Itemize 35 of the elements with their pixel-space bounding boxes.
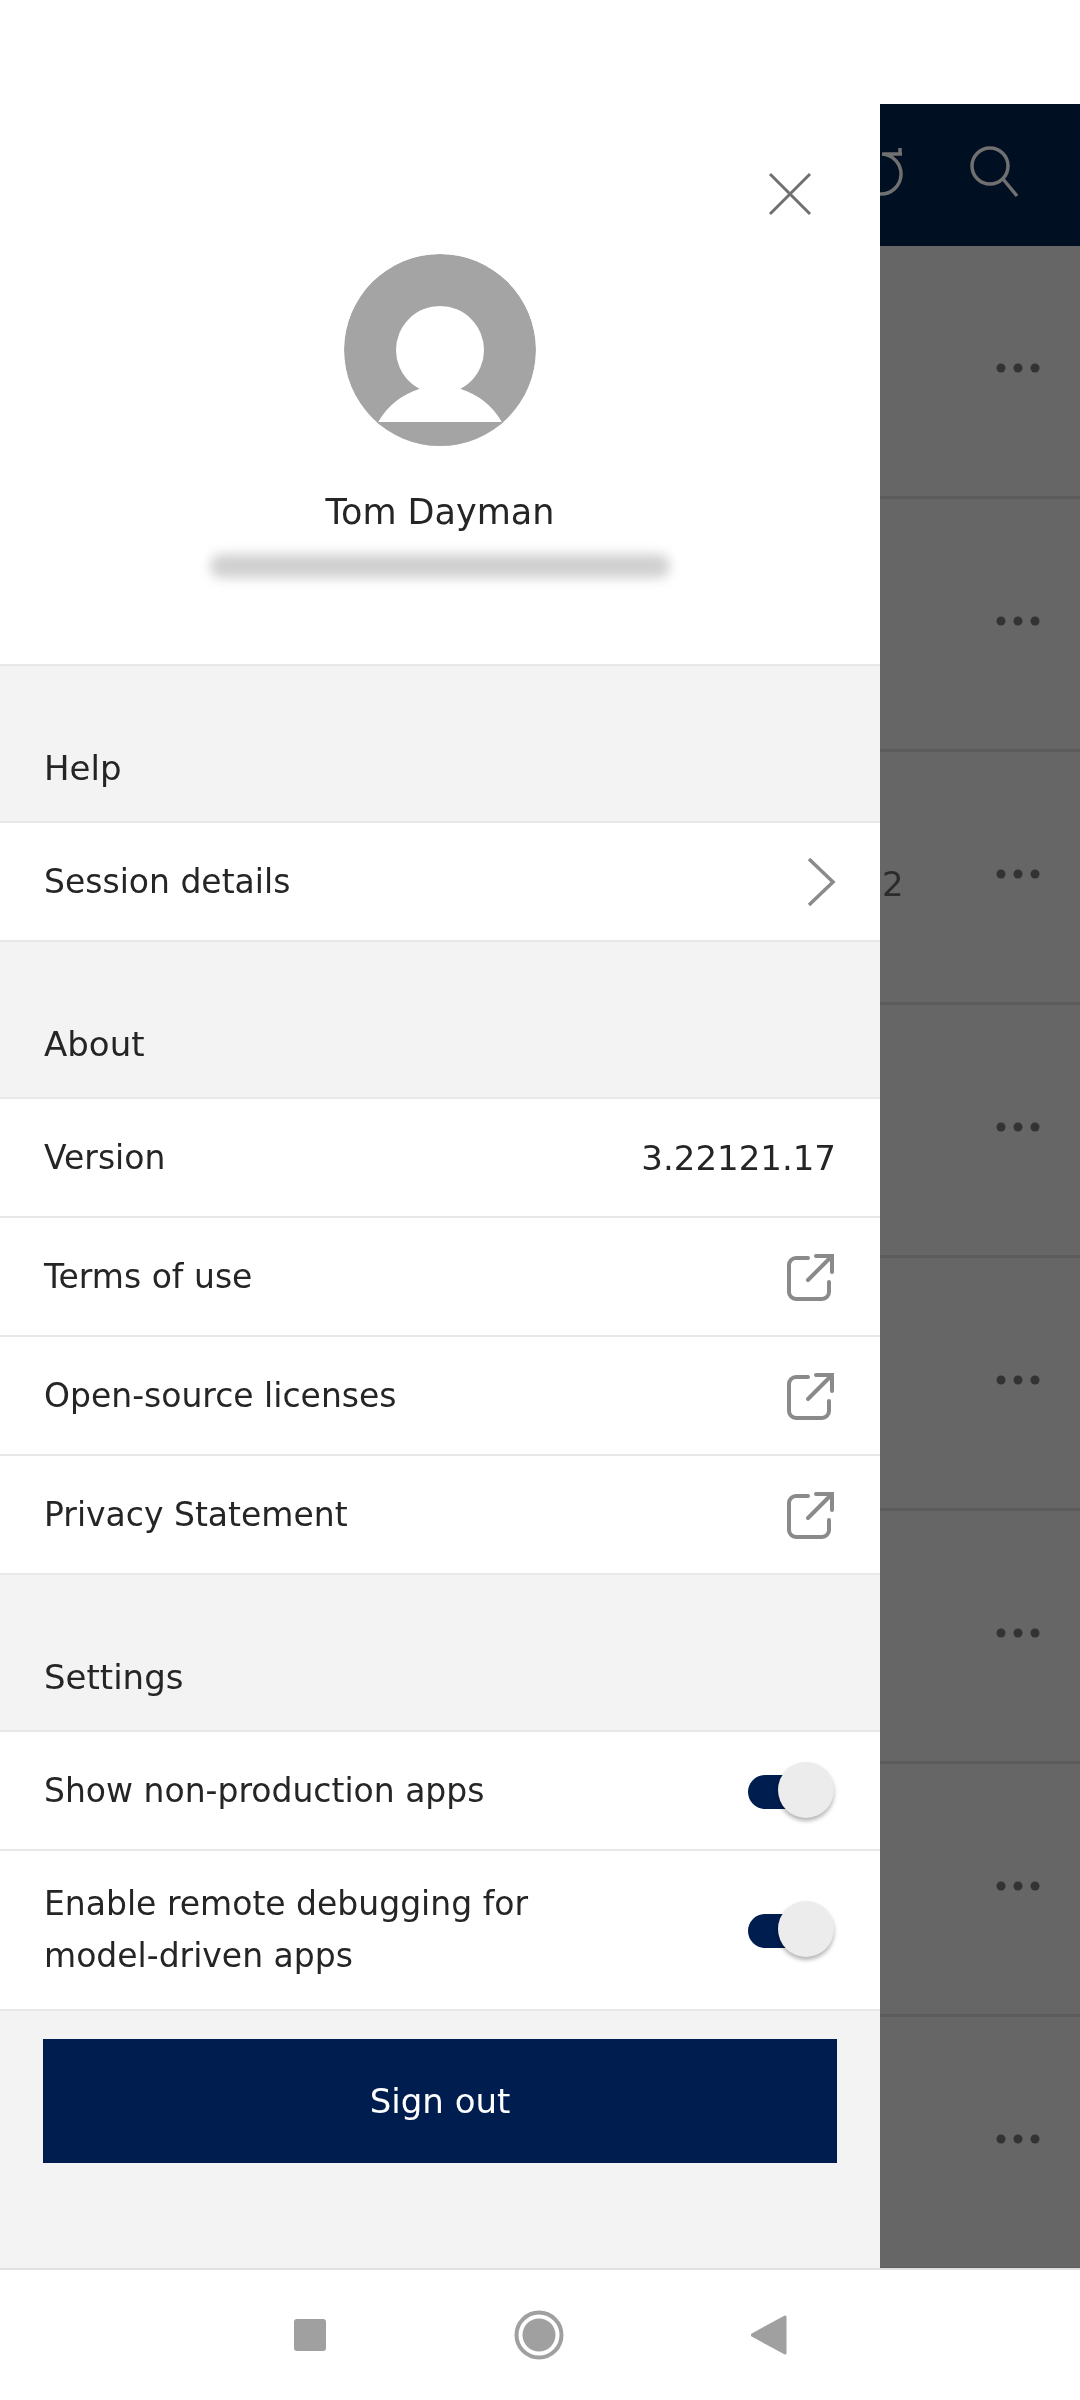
chevron-right-icon	[806, 855, 836, 908]
toggle-switch[interactable]	[748, 1901, 836, 1959]
close-icon	[768, 172, 812, 216]
more-options-icon[interactable]	[996, 616, 1040, 626]
more-options-icon[interactable]	[996, 1628, 1040, 1638]
sign-out-button[interactable]: Sign out	[43, 2039, 837, 2163]
version-value: 3.22121.17	[641, 1137, 836, 1178]
row-label: Privacy Statement	[44, 1493, 348, 1536]
section-title: Settings	[44, 1657, 184, 1697]
row-label: Version	[44, 1136, 166, 1179]
back-icon[interactable]	[750, 2315, 787, 2355]
search-icon[interactable]	[970, 144, 1020, 200]
more-options-icon[interactable]	[996, 869, 1040, 879]
row-label: Enable remote debugging for model-driven apps	[44, 1883, 529, 1977]
toggle-switch[interactable]	[748, 1761, 836, 1820]
more-options-icon[interactable]	[996, 363, 1040, 373]
more-options-icon[interactable]	[996, 2134, 1040, 2144]
row-label: Show non-production apps	[44, 1769, 485, 1812]
more-options-icon[interactable]	[996, 1122, 1040, 1132]
external-link-icon	[786, 1489, 836, 1540]
avatar-icon	[344, 254, 536, 446]
section-title: Help	[44, 748, 122, 788]
external-link-icon	[786, 1370, 836, 1421]
row-label: Open-source licenses	[44, 1374, 397, 1417]
more-options-icon[interactable]	[996, 1375, 1040, 1385]
row-label: Session details	[44, 860, 291, 903]
home-icon[interactable]	[514, 2310, 564, 2360]
row-label: Terms of use	[44, 1255, 253, 1298]
more-options-icon[interactable]	[996, 1881, 1040, 1891]
close-button[interactable]	[768, 172, 812, 216]
recents-icon[interactable]	[293, 2318, 328, 2352]
section-title: About	[44, 1024, 145, 1064]
user-name: Tom Dayman	[325, 492, 555, 532]
external-link-icon	[786, 1251, 836, 1302]
partial-text: 2	[882, 864, 904, 904]
